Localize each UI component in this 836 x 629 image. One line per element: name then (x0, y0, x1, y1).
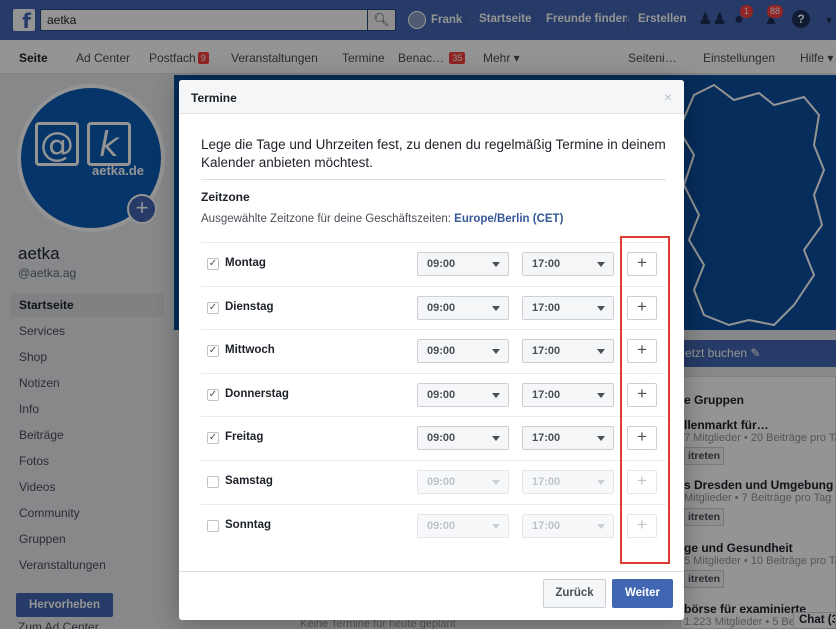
next-button[interactable]: Weiter (612, 579, 673, 608)
start-time-select-dienstag[interactable]: 09:00 (417, 295, 509, 320)
dropdown-caret-icon (492, 436, 500, 442)
close-icon[interactable]: × (664, 89, 672, 105)
start-time-value: 09:00 (427, 258, 456, 270)
day-label-samstag: Samstag (225, 475, 273, 487)
day-label-freitag: Freitag (225, 431, 264, 444)
end-time-value: 17:00 (532, 301, 561, 314)
end-time-value: 17:00 (532, 258, 561, 270)
timezone-heading: Zeitzone (201, 190, 250, 204)
start-time-select-samstag[interactable]: 09:00 (417, 470, 509, 494)
dropdown-caret-icon (597, 262, 605, 267)
end-time-value: 17:00 (532, 432, 561, 445)
dropdown-caret-icon (492, 349, 500, 355)
start-time-value: 09:00 (427, 301, 456, 314)
day-label-montag: Montag (225, 257, 266, 269)
dropdown-caret-icon (597, 480, 605, 485)
start-time-select-mittwoch[interactable]: 09:00 (417, 339, 509, 364)
divider (201, 503, 666, 505)
divider (201, 460, 666, 461)
start-time-select-freitag[interactable]: 09:00 (417, 426, 509, 451)
dialog-intro: Lege die Tage und Uhrzeiten fest, zu den… (201, 137, 666, 170)
timezone-value[interactable]: Europe/Berlin (CET) (454, 213, 563, 225)
dropdown-caret-icon (492, 392, 500, 398)
end-time-select-mittwoch[interactable]: 17:00 (522, 339, 614, 364)
divider (201, 242, 666, 243)
start-time-value: 09:00 (427, 345, 456, 358)
day-label-sonntag: Sonntag (225, 518, 271, 531)
dropdown-caret-icon (597, 523, 605, 529)
checkbox-sonntag[interactable] (207, 519, 219, 532)
start-time-value: 09:00 (427, 519, 456, 532)
dropdown-caret-icon (597, 436, 605, 442)
checkbox-dienstag[interactable]: ✓ (207, 301, 219, 314)
divider (201, 179, 666, 180)
add-slot-highlight-frame (620, 236, 670, 564)
appointments-dialog: Termine × Lege die Tage und Uhrzeiten fe… (179, 80, 684, 620)
checkbox-donnerstag[interactable]: ✓ (207, 388, 219, 401)
dropdown-caret-icon (492, 480, 500, 485)
end-time-select-samstag[interactable]: 17:00 (522, 470, 614, 494)
dropdown-caret-icon (597, 392, 605, 398)
start-time-value: 09:00 (427, 432, 456, 445)
dropdown-caret-icon (492, 523, 500, 529)
dialog-header: Termine × (179, 80, 684, 114)
end-time-select-freitag[interactable]: 17:00 (522, 426, 614, 451)
divider (179, 571, 684, 572)
start-time-select-sonntag[interactable]: 09:00 (417, 513, 509, 538)
checkbox-montag[interactable]: ✓ (207, 258, 219, 270)
end-time-select-montag[interactable]: 17:00 (522, 252, 614, 276)
start-time-value: 09:00 (427, 388, 456, 401)
day-label-dienstag: Dienstag (225, 300, 274, 313)
checkbox-samstag[interactable] (207, 476, 219, 488)
divider (201, 416, 666, 418)
checkbox-mittwoch[interactable]: ✓ (207, 345, 219, 358)
timezone-line: Ausgewählte Zeitzone für deine Geschäfts… (201, 213, 563, 225)
dialog-title: Termine (191, 91, 237, 105)
back-button[interactable]: Zurück (543, 579, 606, 608)
dropdown-caret-icon (492, 305, 500, 311)
end-time-value: 17:00 (532, 345, 561, 358)
day-label-mittwoch: Mittwoch (225, 344, 275, 357)
end-time-value: 17:00 (532, 476, 561, 488)
end-time-select-sonntag[interactable]: 17:00 (522, 513, 614, 538)
end-time-select-dienstag[interactable]: 17:00 (522, 295, 614, 320)
divider (201, 372, 666, 374)
start-time-select-donnerstag[interactable]: 09:00 (417, 382, 509, 407)
end-time-value: 17:00 (532, 388, 561, 401)
timezone-prefix: Ausgewählte Zeitzone für deine Geschäfts… (201, 213, 451, 225)
start-time-value: 09:00 (427, 476, 456, 488)
divider (201, 285, 666, 287)
checkbox-freitag[interactable]: ✓ (207, 432, 219, 445)
end-time-select-donnerstag[interactable]: 17:00 (522, 382, 614, 407)
dropdown-caret-icon (597, 305, 605, 311)
day-label-donnerstag: Donnerstag (225, 387, 289, 400)
dropdown-caret-icon (492, 262, 500, 267)
start-time-select-montag[interactable]: 09:00 (417, 252, 509, 276)
dropdown-caret-icon (597, 349, 605, 355)
divider (201, 329, 666, 331)
end-time-value: 17:00 (532, 519, 561, 532)
